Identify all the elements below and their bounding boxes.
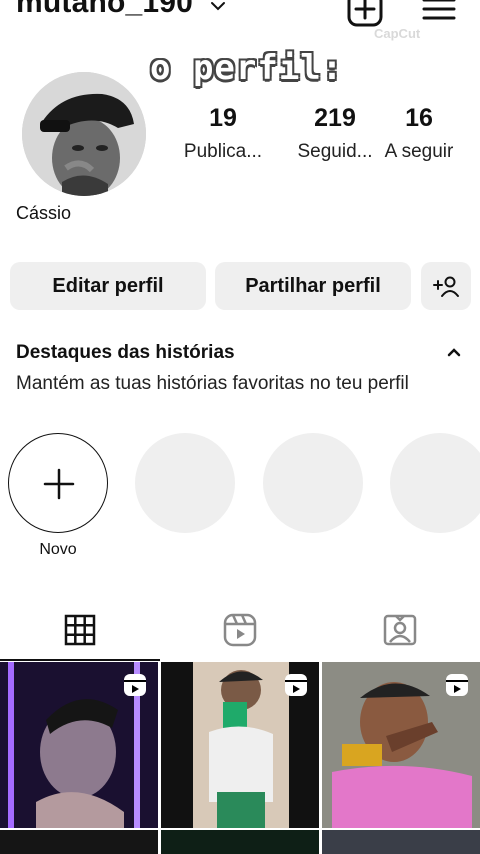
reel-icon — [285, 674, 307, 696]
following-stat[interactable]: 16 A seguir — [369, 104, 469, 163]
add-person-icon — [433, 276, 459, 297]
following-count: 16 — [405, 104, 433, 132]
tab-tagged[interactable] — [320, 600, 480, 660]
tagged-icon — [383, 614, 417, 646]
edit-profile-button[interactable]: Editar perfil — [10, 262, 206, 310]
active-tab-indicator — [0, 659, 160, 661]
overlay-caption: o perfil: — [150, 48, 344, 88]
hamburger-menu-icon[interactable] — [420, 0, 458, 26]
capcut-watermark: CapCut — [374, 26, 421, 41]
tab-posts-grid[interactable] — [0, 600, 160, 660]
post-thumbnail[interactable] — [161, 830, 319, 854]
highlight-placeholder — [263, 433, 363, 533]
chevron-down-icon[interactable] — [208, 0, 228, 16]
highlight-placeholder — [390, 433, 480, 533]
new-highlight-label: Novo — [39, 541, 77, 558]
post-thumbnail[interactable] — [0, 662, 158, 828]
highlights-title: Destaques das histórias — [16, 342, 235, 363]
posts-stat[interactable]: 19 Publica... — [173, 104, 273, 163]
avatar[interactable] — [22, 72, 146, 196]
add-user-button[interactable] — [421, 262, 471, 310]
display-name: Cássio — [16, 203, 72, 223]
grid-icon — [64, 614, 96, 646]
reel-icon — [446, 674, 468, 696]
chevron-up-icon[interactable] — [444, 344, 464, 360]
posts-count: 19 — [209, 104, 237, 132]
posts-label: Publica... — [183, 141, 263, 162]
highlight-placeholder — [135, 433, 235, 533]
username[interactable]: mutano_190 — [16, 0, 193, 20]
reels-icon — [223, 613, 257, 647]
post-thumbnail[interactable] — [322, 662, 480, 828]
avatar-photo — [22, 72, 146, 196]
share-profile-button[interactable]: Partilhar perfil — [215, 262, 411, 310]
following-label: A seguir — [384, 141, 454, 162]
plus-square-icon[interactable] — [346, 0, 384, 28]
plus-icon — [43, 468, 75, 500]
post-thumbnail[interactable] — [0, 830, 158, 854]
new-highlight-button[interactable] — [8, 433, 108, 533]
tab-reels[interactable] — [160, 600, 320, 660]
reel-icon — [124, 674, 146, 696]
post-thumbnail[interactable] — [322, 830, 480, 854]
highlights-description: Mantém as tuas histórias favoritas no te… — [16, 373, 409, 394]
post-thumbnail[interactable] — [161, 662, 319, 828]
